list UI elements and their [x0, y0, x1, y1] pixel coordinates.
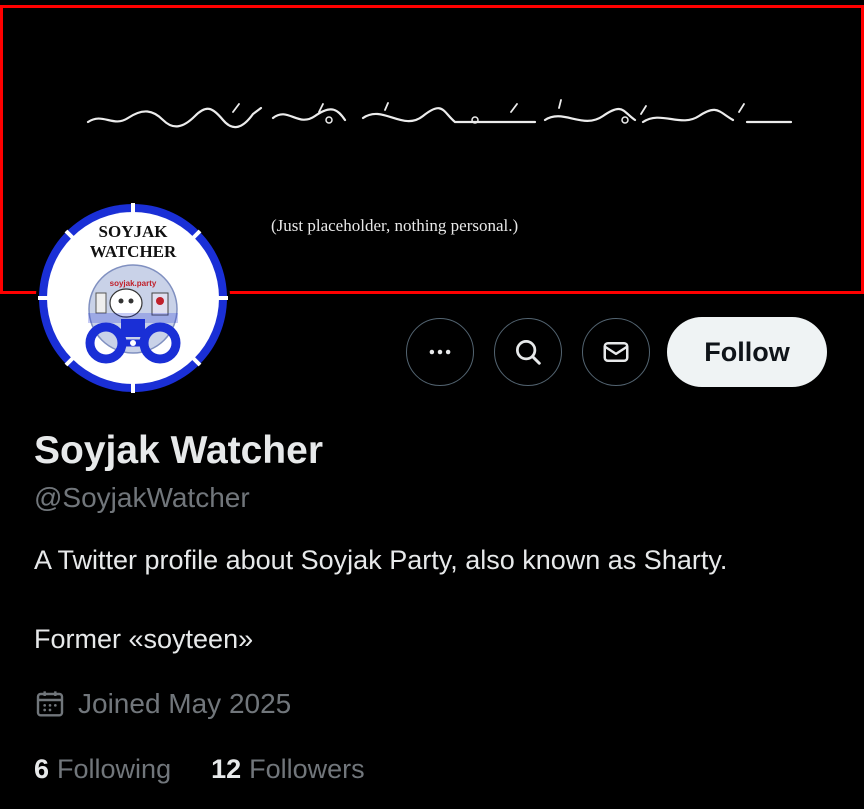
bio-line-1: A Twitter profile about Soyjak Party, al… [34, 545, 728, 575]
following-link[interactable]: 6 Following [34, 754, 171, 785]
following-count: 6 [34, 754, 50, 784]
calendar-icon [36, 691, 64, 717]
more-button[interactable] [406, 318, 474, 386]
svg-text:SOYJAK: SOYJAK [99, 222, 169, 241]
mail-icon [603, 342, 629, 362]
search-button[interactable] [494, 318, 562, 386]
more-icon [429, 349, 451, 355]
followers-label: Followers [249, 754, 365, 784]
svg-text:soyjak.party: soyjak.party [110, 279, 157, 288]
search-icon [516, 340, 541, 365]
joined-date: Joined May 2025 [34, 688, 291, 720]
profile-actions: Follow [406, 317, 827, 387]
following-label: Following [57, 754, 172, 784]
follow-button[interactable]: Follow [667, 317, 827, 387]
followers-link[interactable]: 12 Followers [211, 754, 365, 785]
display-name: Soyjak Watcher [34, 429, 323, 472]
svg-text:WATCHER: WATCHER [90, 242, 177, 261]
calligraphy-flourish-image [86, 99, 793, 129]
joined-text: Joined May 2025 [78, 688, 292, 719]
bio-line-2: Former «soyteen» [34, 624, 254, 654]
follow-stats: 6 Following 12 Followers [34, 754, 365, 785]
banner-caption: (Just placeholder, nothing personal.) [271, 216, 519, 235]
avatar[interactable]: SOYJAK WATCHER soyjak.party [36, 201, 230, 395]
message-button[interactable] [582, 318, 650, 386]
followers-count: 12 [211, 754, 242, 784]
soyjak-watcher-logo-image: SOYJAK WATCHER soyjak.party [38, 203, 228, 393]
user-handle: @SoyjakWatcher [34, 482, 250, 513]
